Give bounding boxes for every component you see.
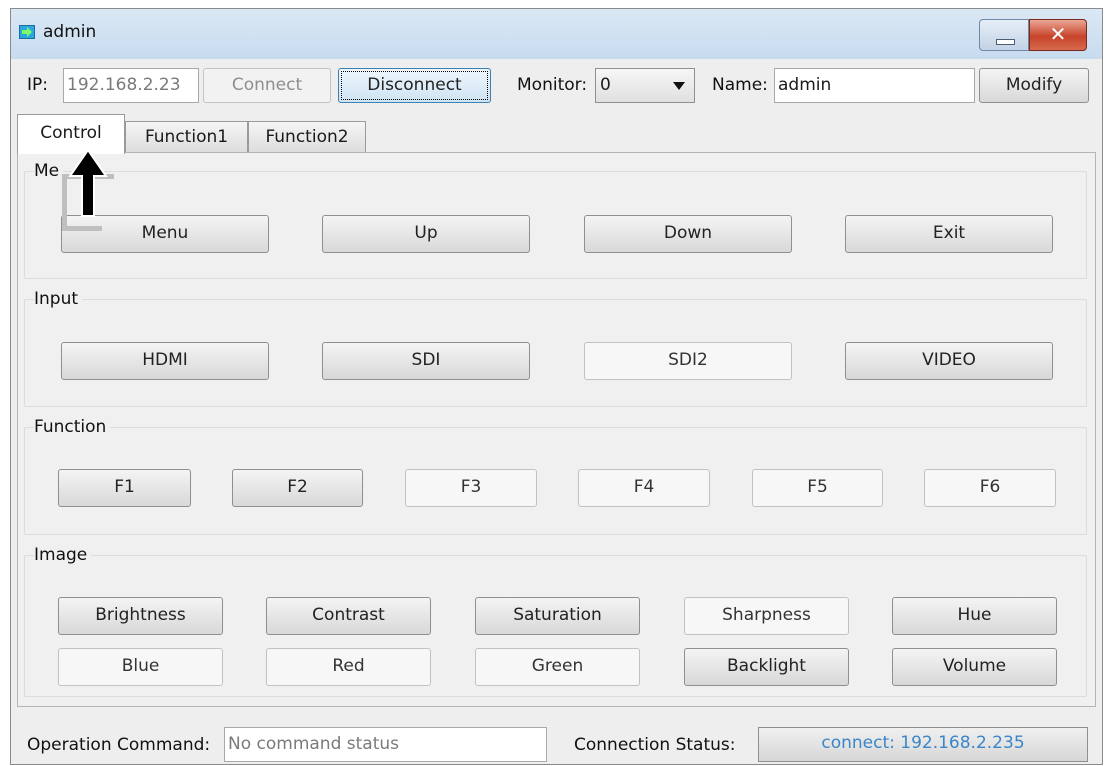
close-button[interactable]: ✕: [1029, 19, 1087, 51]
red-button[interactable]: Red: [266, 648, 431, 686]
connect-button[interactable]: Connect: [203, 68, 331, 103]
hue-button[interactable]: Hue: [892, 597, 1057, 635]
sharpness-button[interactable]: Sharpness: [684, 597, 849, 635]
minimize-button[interactable]: [979, 19, 1029, 51]
saturation-button[interactable]: Saturation: [475, 597, 640, 635]
f4-button[interactable]: F4: [578, 469, 710, 507]
connection-status-label: Connection Status:: [574, 735, 736, 755]
name-input[interactable]: admin: [774, 68, 975, 103]
green-button[interactable]: Green: [475, 648, 640, 686]
window-title: admin: [43, 22, 97, 42]
exit-button[interactable]: Exit: [845, 215, 1053, 253]
modify-button[interactable]: Modify: [979, 68, 1089, 103]
connection-status-indicator: connect: 192.168.2.235: [758, 727, 1088, 762]
monitor-value: 0: [600, 75, 611, 95]
title-bar[interactable]: admin ✕: [11, 9, 1102, 59]
monitor-label: Monitor:: [517, 75, 588, 95]
input-group-label: Input: [34, 289, 83, 309]
brightness-button[interactable]: Brightness: [58, 597, 223, 635]
image-group-label: Image: [34, 545, 92, 565]
up-arrow-icon: [62, 150, 114, 231]
volume-button[interactable]: Volume: [892, 648, 1057, 686]
f2-button[interactable]: F2: [232, 469, 363, 507]
f5-button[interactable]: F5: [752, 469, 883, 507]
monitor-select[interactable]: 0: [595, 68, 695, 103]
f3-button[interactable]: F3: [405, 469, 537, 507]
operation-command-label: Operation Command:: [27, 735, 211, 755]
contrast-button[interactable]: Contrast: [266, 597, 431, 635]
sdi-button[interactable]: SDI: [322, 342, 530, 380]
ip-input[interactable]: 192.168.2.23: [63, 68, 199, 103]
up-button[interactable]: Up: [322, 215, 530, 253]
ip-label: IP:: [27, 75, 48, 95]
down-button[interactable]: Down: [584, 215, 792, 253]
f6-button[interactable]: F6: [924, 469, 1056, 507]
disconnect-button[interactable]: Disconnect: [338, 68, 491, 103]
backlight-button[interactable]: Backlight: [684, 648, 849, 686]
sdi2-button[interactable]: SDI2: [584, 342, 792, 380]
tab-function1[interactable]: Function1: [125, 121, 248, 153]
operation-command-field: No command status: [224, 727, 547, 762]
tab-control[interactable]: Control: [17, 114, 125, 154]
chevron-down-icon: [673, 82, 685, 90]
arrow-right-icon: [19, 25, 35, 39]
connection-toolbar: IP: 192.168.2.23 Connect Disconnect Moni…: [11, 59, 1102, 119]
arrow-shape: [68, 150, 108, 217]
tab-bar: Control Function1 Function2: [11, 114, 1102, 154]
blue-button[interactable]: Blue: [58, 648, 223, 686]
arrow-shadow-left: [62, 174, 67, 230]
control-panel: Me Menu Up Down Exit Input HDMI SDI SDI2…: [17, 152, 1096, 707]
arrow-shadow-bottom: [62, 226, 102, 231]
function-group-label: Function: [34, 417, 111, 437]
video-button[interactable]: VIDEO: [845, 342, 1053, 380]
close-icon: ✕: [1049, 22, 1067, 46]
f1-button[interactable]: F1: [58, 469, 191, 507]
name-label: Name:: [712, 75, 768, 95]
minimize-icon: [996, 39, 1015, 45]
menu-group-label: Me: [34, 161, 64, 181]
tab-function2[interactable]: Function2: [248, 121, 366, 153]
hdmi-button[interactable]: HDMI: [61, 342, 269, 380]
status-bar: Operation Command: No command status Con…: [11, 709, 1102, 766]
app-window: admin ✕ IP: 192.168.2.23 Connect Disconn…: [10, 8, 1103, 765]
